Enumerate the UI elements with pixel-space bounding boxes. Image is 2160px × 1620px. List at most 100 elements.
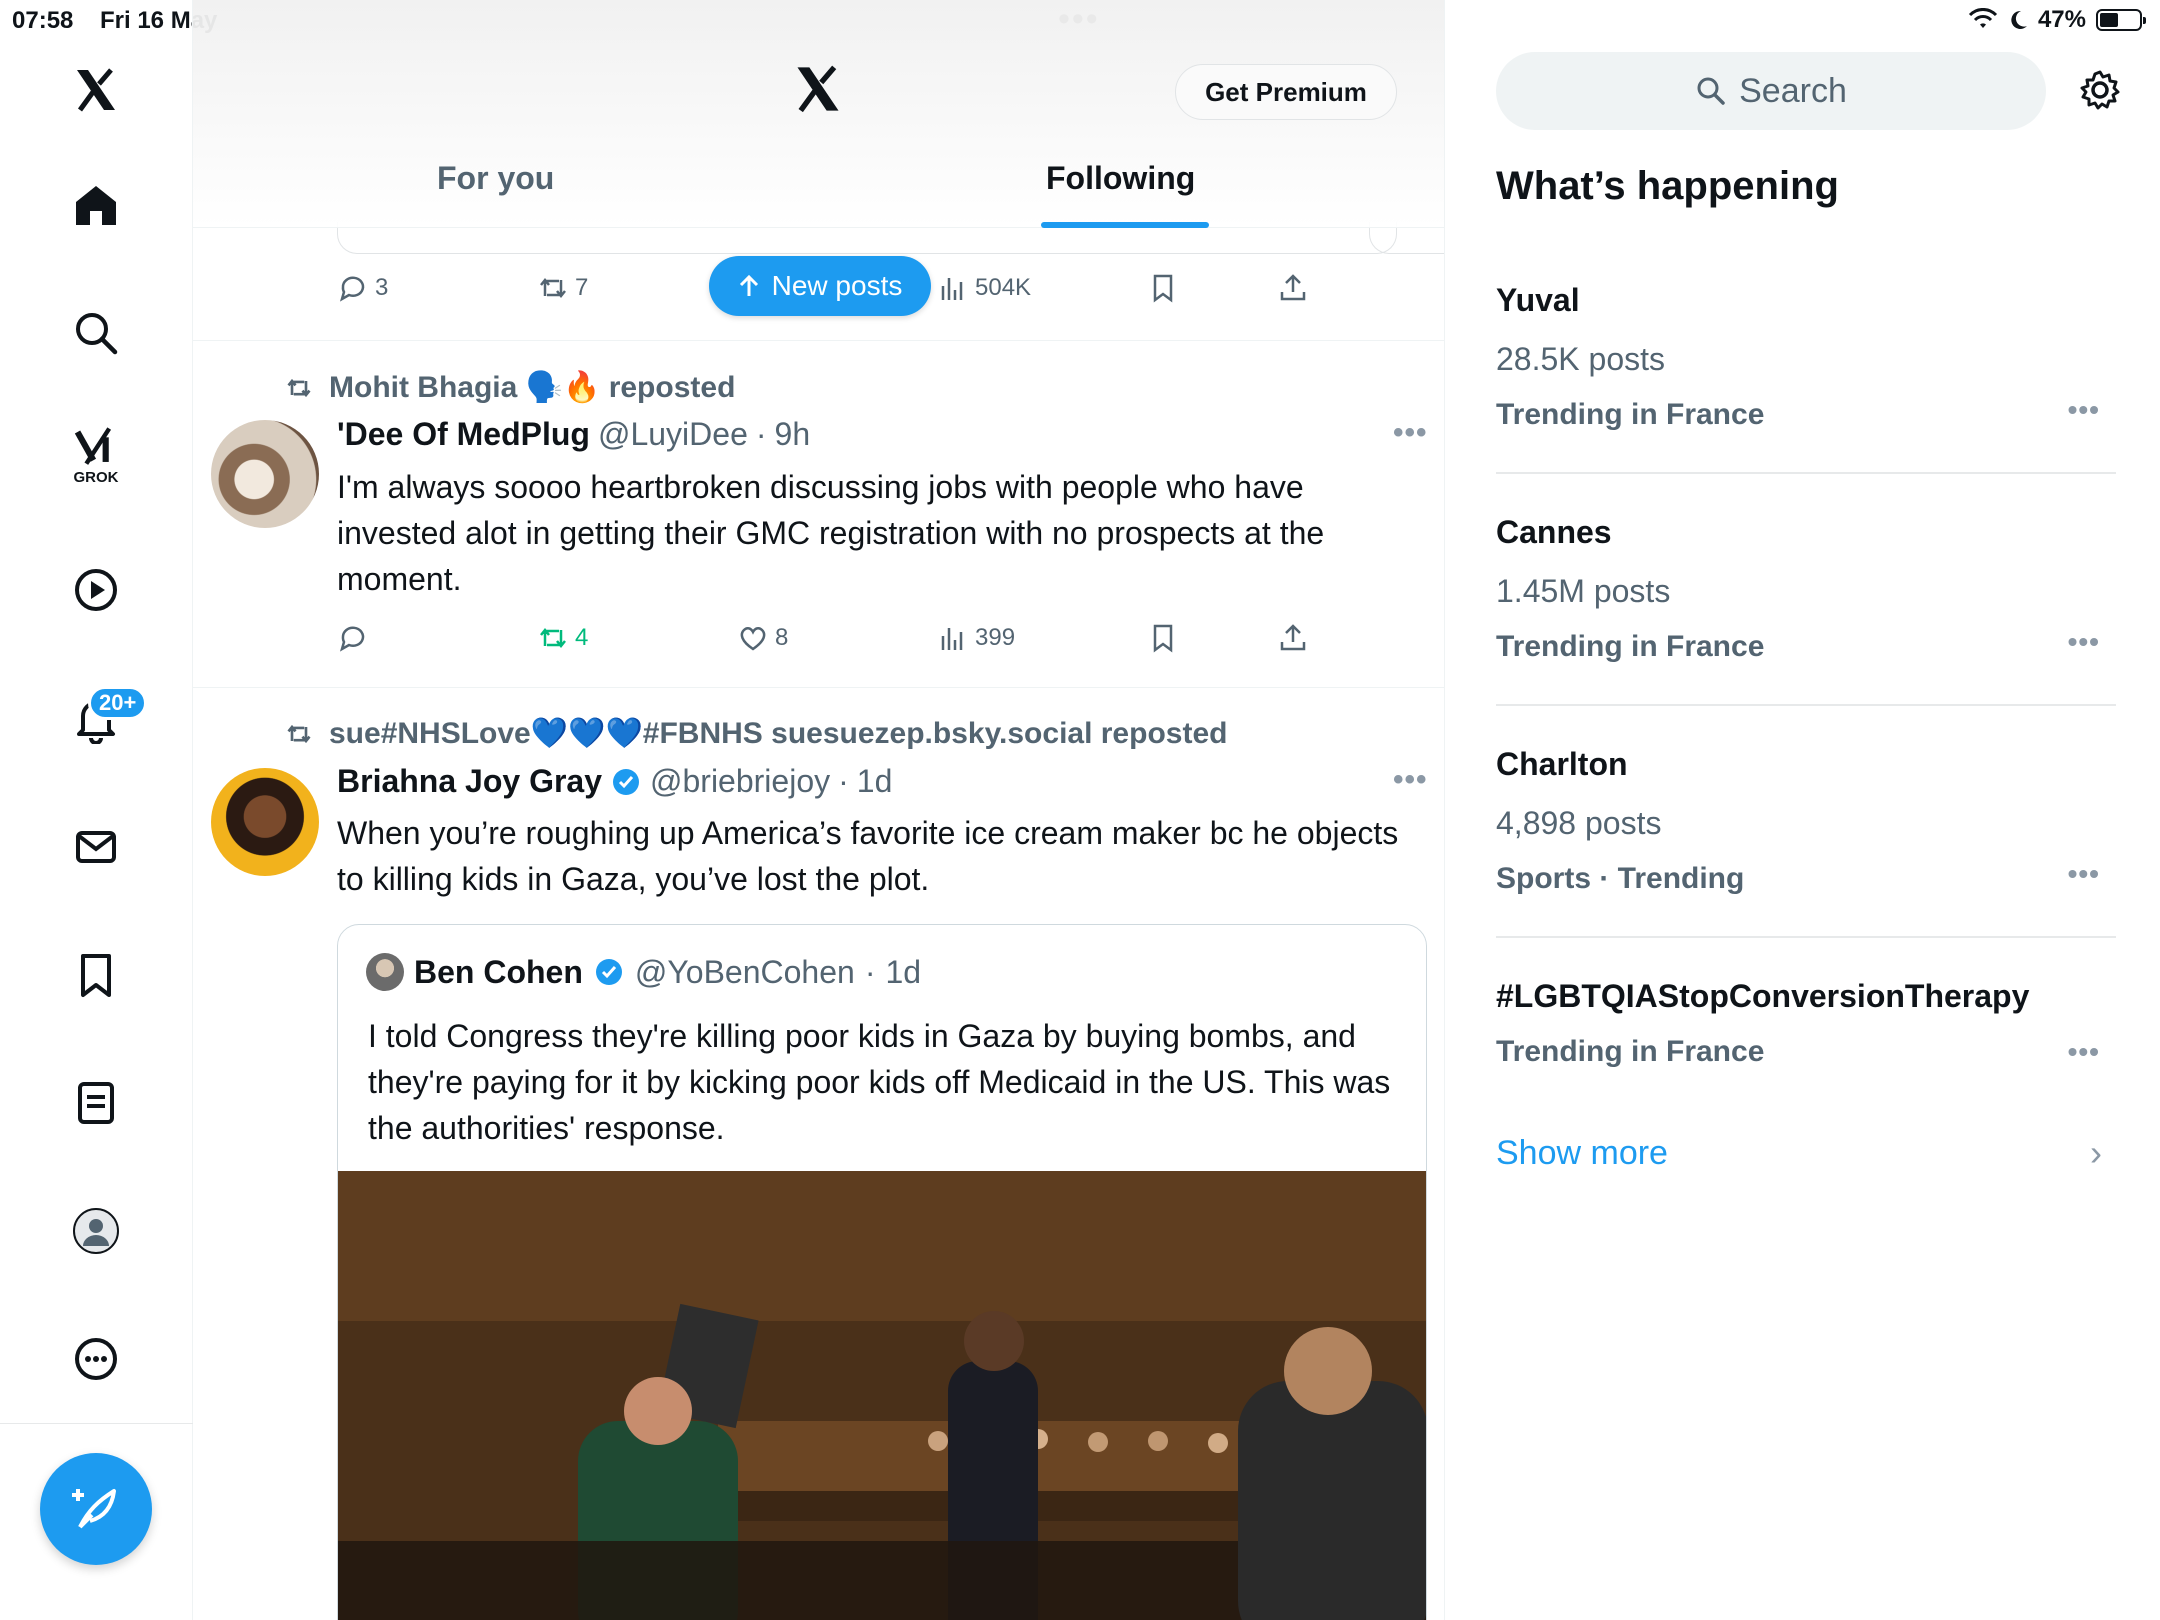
avatar[interactable] bbox=[211, 768, 319, 876]
views-count: 399 bbox=[975, 624, 1016, 651]
trend-more-icon[interactable]: ••• bbox=[2068, 858, 2100, 890]
tab-following[interactable]: Following bbox=[1046, 160, 1195, 197]
repost-small-icon bbox=[287, 724, 311, 743]
tab-for-you[interactable]: For you bbox=[437, 160, 554, 197]
reply-button[interactable] bbox=[337, 622, 369, 654]
bookmark-button[interactable] bbox=[1147, 622, 1179, 654]
grok-icon[interactable]: GROK bbox=[61, 420, 131, 490]
whats-happening-title: What’s happening bbox=[1496, 164, 1839, 208]
bookmark-button[interactable] bbox=[1147, 272, 1179, 304]
notifications-badge: 20+ bbox=[88, 686, 148, 720]
lists-icon[interactable] bbox=[61, 1068, 131, 1138]
trend-more-icon[interactable]: ••• bbox=[2068, 1036, 2100, 1068]
views-button[interactable]: 399 bbox=[937, 622, 1015, 654]
author-name[interactable]: 'Dee Of MedPlug bbox=[337, 416, 590, 453]
trend-name: Cannes bbox=[1496, 514, 1612, 550]
like-button[interactable]: 8 bbox=[737, 622, 788, 654]
quoted-post-text: I told Congress they're killing poor kid… bbox=[368, 1018, 1391, 1146]
timeline: Get Premium For you Following New posts … bbox=[193, 0, 1445, 1620]
verified-badge-icon bbox=[595, 959, 622, 985]
quoted-author-handle: @YoBenCohen bbox=[634, 953, 855, 990]
views-chart-icon bbox=[941, 278, 963, 300]
quoted-post-card[interactable]: Ben Cohen @YoBenCohen · 1d I told Congre… bbox=[337, 924, 1427, 1620]
trend-item[interactable]: Cannes 1.45M posts Trending in France ••… bbox=[1496, 514, 2116, 664]
repost-icon bbox=[540, 277, 566, 299]
show-more-link[interactable]: Show more bbox=[1496, 1134, 1668, 1173]
trend-post-count: 28.5K posts bbox=[1496, 341, 1665, 377]
trend-post-count: 4,898 posts bbox=[1496, 805, 1662, 841]
post-more-icon[interactable]: ••• bbox=[1393, 416, 1428, 450]
quoted-author-name: Ben Cohen bbox=[414, 953, 583, 990]
avatar[interactable] bbox=[211, 420, 319, 528]
reposted-by-text: Mohit Bhagia 🗣️🔥 reposted bbox=[329, 371, 736, 404]
views-count: 504K bbox=[975, 274, 1032, 301]
author-name[interactable]: Briahna Joy Gray bbox=[337, 763, 602, 800]
home-icon[interactable] bbox=[61, 170, 131, 240]
repost-icon bbox=[540, 627, 566, 649]
new-posts-label: New posts bbox=[771, 270, 903, 301]
nav-divider bbox=[0, 1423, 193, 1424]
like-count: 8 bbox=[775, 624, 789, 651]
trend-item[interactable]: #LGBTQIAStopConversionTherapy Trending i… bbox=[1496, 978, 2116, 1069]
post-time: 1d bbox=[856, 763, 893, 799]
trend-category: Sports · Trending bbox=[1496, 862, 1745, 895]
post-separator bbox=[193, 340, 1444, 341]
trend-item[interactable]: Charlton 4,898 posts Sports · Trending •… bbox=[1496, 746, 2116, 896]
views-button[interactable]: 504K bbox=[937, 272, 1031, 304]
post-time: 9h bbox=[774, 416, 811, 452]
author-handle[interactable]: @briebriejoy bbox=[650, 763, 830, 800]
timeline-header: Get Premium For you Following bbox=[193, 0, 1444, 228]
video-icon[interactable] bbox=[61, 555, 131, 625]
x-header-logo-icon[interactable] bbox=[791, 62, 845, 116]
share-button[interactable] bbox=[1277, 622, 1309, 654]
post-more-icon[interactable]: ••• bbox=[1393, 763, 1428, 797]
x-logo-icon[interactable] bbox=[61, 55, 131, 125]
new-posts-button[interactable]: New posts bbox=[709, 256, 931, 316]
share-button[interactable] bbox=[1277, 272, 1309, 304]
author-handle[interactable]: @LuyiDee bbox=[598, 416, 748, 453]
repost-small-icon bbox=[287, 378, 311, 397]
views-chart-icon bbox=[941, 628, 963, 650]
grok-label: GROK bbox=[73, 468, 119, 486]
compose-post-button[interactable] bbox=[40, 1453, 152, 1565]
heart-icon bbox=[740, 627, 766, 651]
messages-icon[interactable] bbox=[61, 812, 131, 882]
trend-name: Charlton bbox=[1496, 746, 1628, 782]
get-premium-button[interactable]: Get Premium bbox=[1175, 64, 1397, 120]
quoted-post-video[interactable] bbox=[338, 1171, 1426, 1620]
trend-category: Trending in France bbox=[1496, 1035, 1765, 1068]
share-icon bbox=[1280, 624, 1306, 651]
repost-count: 7 bbox=[575, 274, 589, 301]
share-icon bbox=[1280, 274, 1306, 301]
repost-button[interactable]: 4 bbox=[537, 622, 588, 654]
trend-more-icon[interactable]: ••• bbox=[2068, 626, 2100, 658]
repost-count: 4 bbox=[575, 624, 589, 651]
search-input[interactable]: Search bbox=[1496, 52, 2046, 130]
post-author-line: 'Dee Of MedPlug @LuyiDee · 9h bbox=[337, 416, 810, 453]
right-sidebar: Search What’s happening Yuval 28.5K post… bbox=[1446, 0, 2160, 1620]
arrow-up-icon bbox=[739, 274, 758, 296]
chevron-right-icon: › bbox=[2090, 1132, 2102, 1173]
dot-separator: · bbox=[755, 416, 767, 452]
verified-badge-icon bbox=[613, 768, 639, 795]
trend-category: Trending in France bbox=[1496, 398, 1765, 431]
post1-actions: 4 8 399 bbox=[337, 622, 1417, 662]
reply-button[interactable]: 3 bbox=[337, 272, 388, 304]
more-options-icon[interactable] bbox=[61, 1324, 131, 1394]
search-placeholder: Search bbox=[1739, 71, 1847, 110]
profile-avatar-icon[interactable] bbox=[61, 1196, 131, 1266]
settings-gear-icon[interactable] bbox=[2078, 68, 2122, 112]
trend-category: Trending in France bbox=[1496, 630, 1765, 663]
left-nav: GROK 20+ bbox=[0, 0, 193, 1620]
trend-item[interactable]: Yuval 28.5K posts Trending in France ••• bbox=[1496, 282, 2116, 432]
search-icon bbox=[1697, 77, 1725, 105]
trend-more-icon[interactable]: ••• bbox=[2068, 394, 2100, 426]
repost-button[interactable]: 7 bbox=[537, 272, 588, 304]
reply-count: 3 bbox=[375, 274, 389, 301]
post-separator bbox=[193, 687, 1444, 688]
active-tab-indicator bbox=[1041, 222, 1209, 228]
dot-separator: · bbox=[838, 763, 849, 799]
trend-divider bbox=[1496, 936, 2116, 938]
search-icon[interactable] bbox=[61, 298, 131, 368]
bookmarks-icon[interactable] bbox=[61, 940, 131, 1010]
